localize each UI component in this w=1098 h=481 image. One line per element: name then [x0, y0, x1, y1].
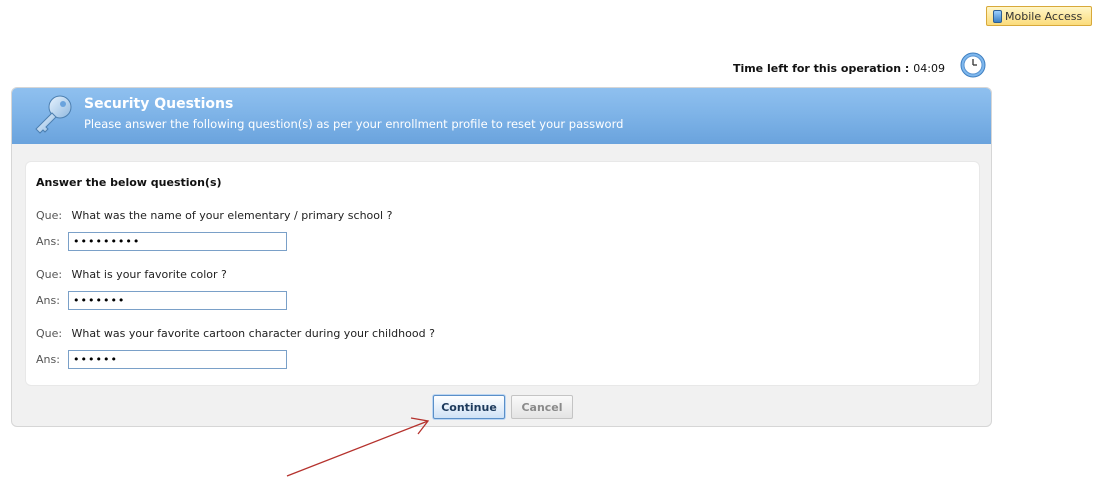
answer-input[interactable]: ••••••• [68, 291, 287, 310]
question-row: Que: What was the name of your elementar… [36, 209, 392, 222]
continue-button[interactable]: Continue [433, 395, 505, 419]
panel-header: Security Questions Please answer the fol… [12, 88, 991, 144]
timer-value: 04:09 [913, 62, 945, 75]
section-title: Answer the below question(s) [36, 176, 222, 189]
questions-form: Answer the below question(s) Que: What w… [25, 161, 980, 386]
key-icon [35, 95, 72, 134]
question-row: Que: What was your favorite cartoon char… [36, 327, 435, 340]
question-row: Que: What is your favorite color ? [36, 268, 227, 281]
question-text: What is your favorite color ? [71, 268, 227, 281]
answer-input[interactable]: ••••••••• [68, 232, 287, 251]
clock-icon [960, 52, 986, 78]
mobile-access-label: Mobile Access [1005, 9, 1083, 23]
operation-timer: Time left for this operation : 04:09 [733, 62, 945, 75]
answer-input[interactable]: •••••• [68, 350, 287, 369]
ans-tag: Ans: [36, 294, 60, 307]
mobile-access-button[interactable]: Mobile Access [986, 6, 1092, 26]
que-tag: Que: [36, 209, 63, 222]
que-tag: Que: [36, 327, 63, 340]
phone-icon [993, 9, 1002, 23]
panel-subtitle: Please answer the following question(s) … [84, 117, 624, 131]
ans-tag: Ans: [36, 235, 60, 248]
timer-label: Time left for this operation : [732, 62, 910, 75]
answer-row: Ans: ••••••••• [36, 232, 287, 251]
cancel-button[interactable]: Cancel [511, 395, 573, 419]
que-tag: Que: [36, 268, 63, 281]
ans-tag: Ans: [36, 353, 60, 366]
security-questions-panel: Security Questions Please answer the fol… [11, 87, 992, 427]
panel-title: Security Questions [84, 96, 234, 112]
answer-row: Ans: •••••• [36, 350, 287, 369]
answer-row: Ans: ••••••• [36, 291, 287, 310]
question-text: What was the name of your elementary / p… [71, 209, 393, 222]
question-text: What was your favorite cartoon character… [71, 327, 435, 340]
